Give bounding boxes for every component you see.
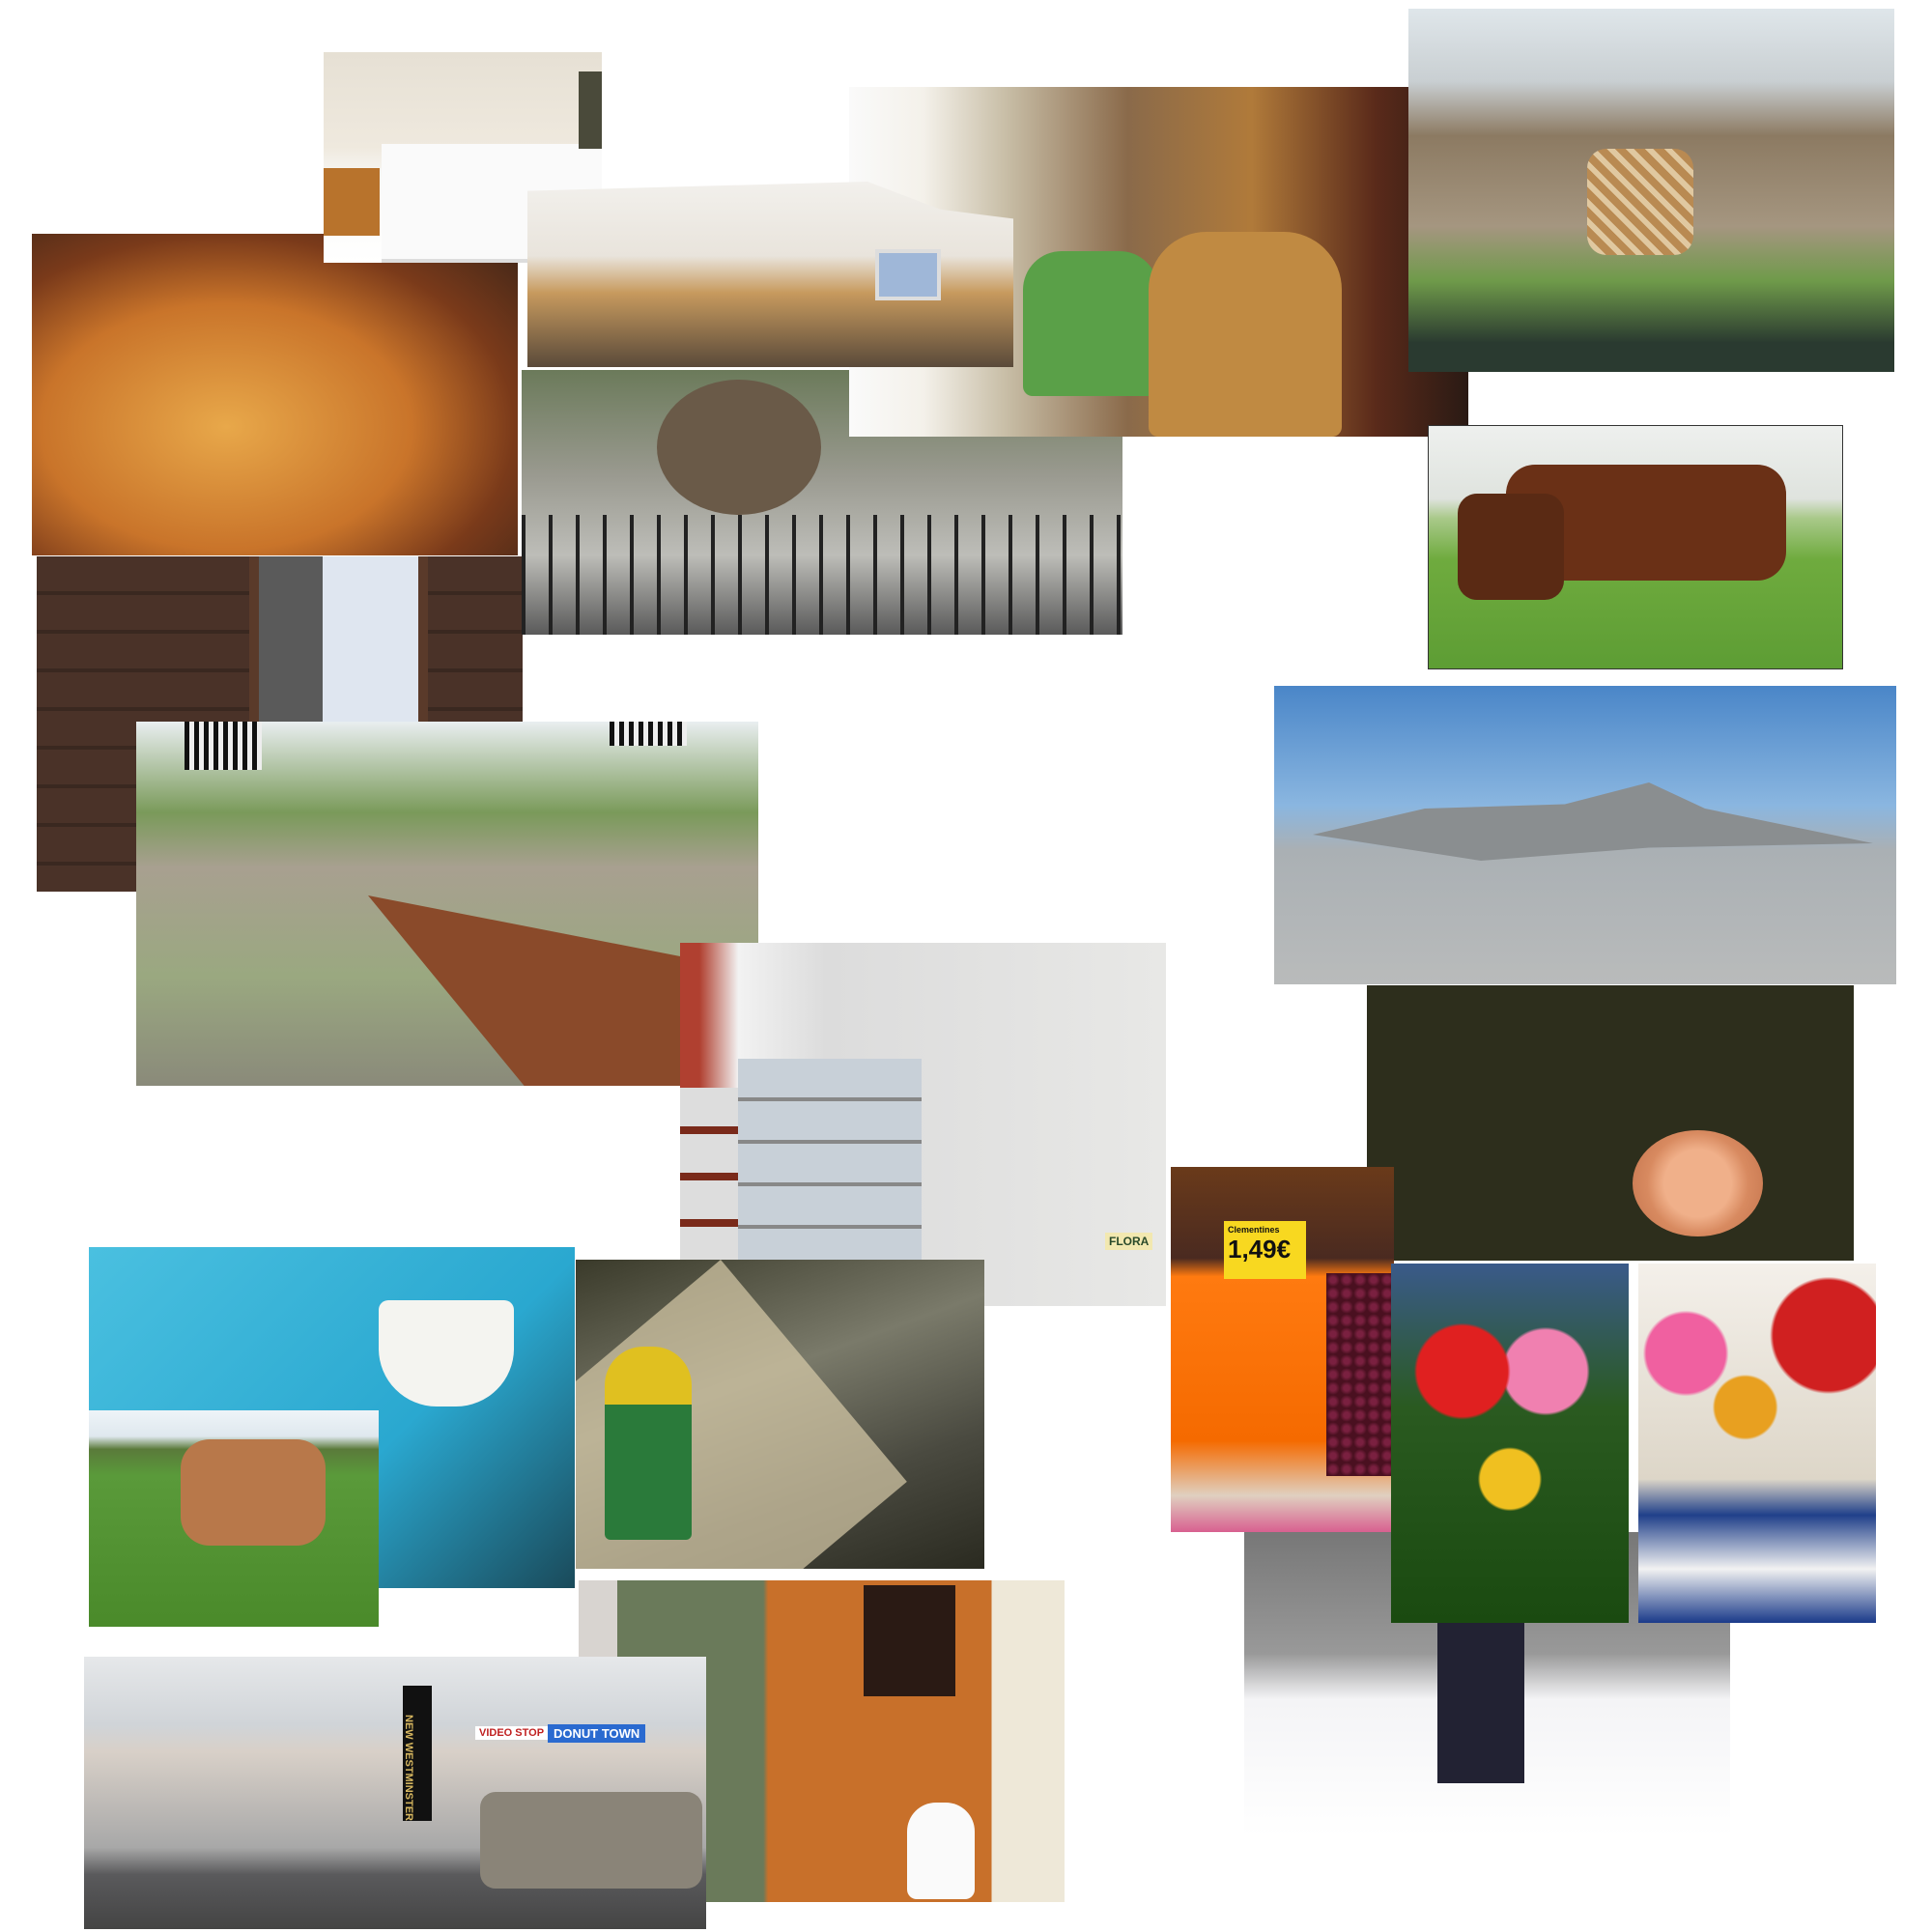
elephant: [657, 380, 821, 515]
photo-giraffe: [1408, 9, 1894, 372]
sink-basin: [379, 1300, 514, 1406]
dog: [1149, 232, 1342, 437]
toilet: [907, 1803, 975, 1899]
cow: [181, 1439, 326, 1546]
photo-zebras: [136, 722, 758, 1086]
flora-label: FLORA: [1105, 1233, 1153, 1250]
photo-flowers-in-hand: [1391, 1264, 1629, 1623]
suv: [480, 1792, 702, 1889]
zebra: [185, 722, 262, 770]
fridge-shelves: [738, 1059, 922, 1291]
street-sign-text: NEW WESTMINSTER: [403, 1715, 414, 1821]
photo-fighter-jet: [1274, 686, 1896, 984]
railing: [522, 515, 1122, 635]
zebra: [610, 722, 687, 746]
price-label: Clementines: [1228, 1225, 1280, 1235]
girl: [1023, 251, 1158, 396]
wood-disc: [1633, 1130, 1763, 1236]
street-sign: NEW WESTMINSTER: [403, 1686, 432, 1821]
price-value: 1,49€: [1228, 1235, 1292, 1264]
photo-wood-in-water: [1367, 985, 1854, 1261]
nightstand: [324, 168, 380, 236]
jet: [1313, 782, 1873, 861]
cabinet: [864, 1585, 955, 1696]
hydrant: [605, 1347, 692, 1540]
calf: [1458, 494, 1564, 600]
monitor: [875, 249, 941, 300]
price-tag: Clementines 1,49€: [1224, 1221, 1306, 1279]
photo-fruit-stand: Clementines 1,49€: [1171, 1167, 1394, 1532]
shop-sign: DONUT TOWN: [548, 1724, 646, 1743]
shop-sign: VIDEO STOP: [475, 1726, 549, 1740]
photo-office-desk: [527, 182, 1013, 367]
photo-open-fridge: FLORA: [680, 943, 1166, 1306]
photo-brown-cows: [1428, 425, 1843, 669]
grapes: [1326, 1273, 1394, 1476]
photo-pizza: [32, 234, 518, 555]
giraffe: [1587, 149, 1693, 255]
photo-street-scene: NEW WESTMINSTER VIDEO STOP DONUT TOWN: [84, 1657, 706, 1929]
photo-flowers-in-vase: [1638, 1264, 1876, 1623]
photo-grazing-cow: [89, 1410, 379, 1627]
photo-fire-hydrant: [576, 1260, 984, 1569]
window: [579, 71, 602, 149]
